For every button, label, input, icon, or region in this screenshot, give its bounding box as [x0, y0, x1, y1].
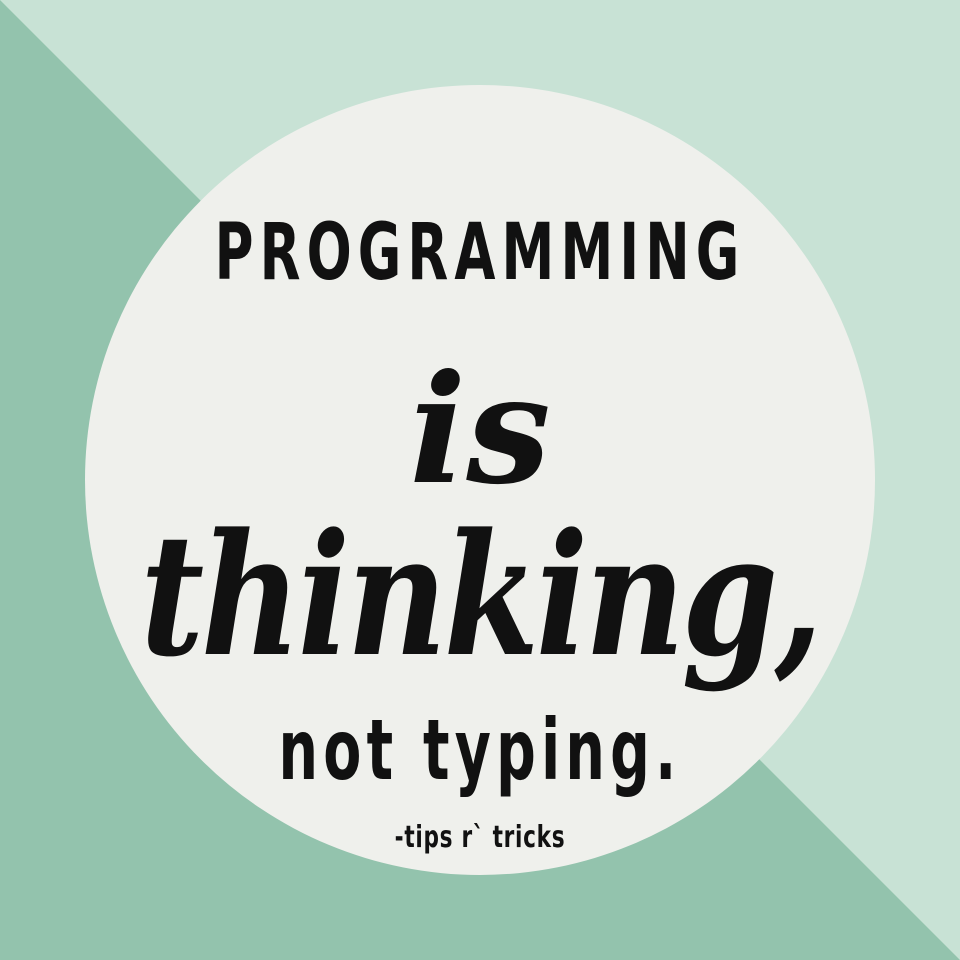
- quote-line-programming: PROGRAMMING: [214, 208, 746, 298]
- quote-credit: -tips r` tricks: [394, 820, 566, 855]
- quote-line-not-typing: not typing.: [278, 701, 682, 799]
- quote-poster: PROGRAMMING is thinking, not typing. -ti…: [0, 0, 960, 960]
- quote-line-thinking: thinking,: [140, 496, 822, 694]
- quote-line-is: is: [409, 342, 551, 518]
